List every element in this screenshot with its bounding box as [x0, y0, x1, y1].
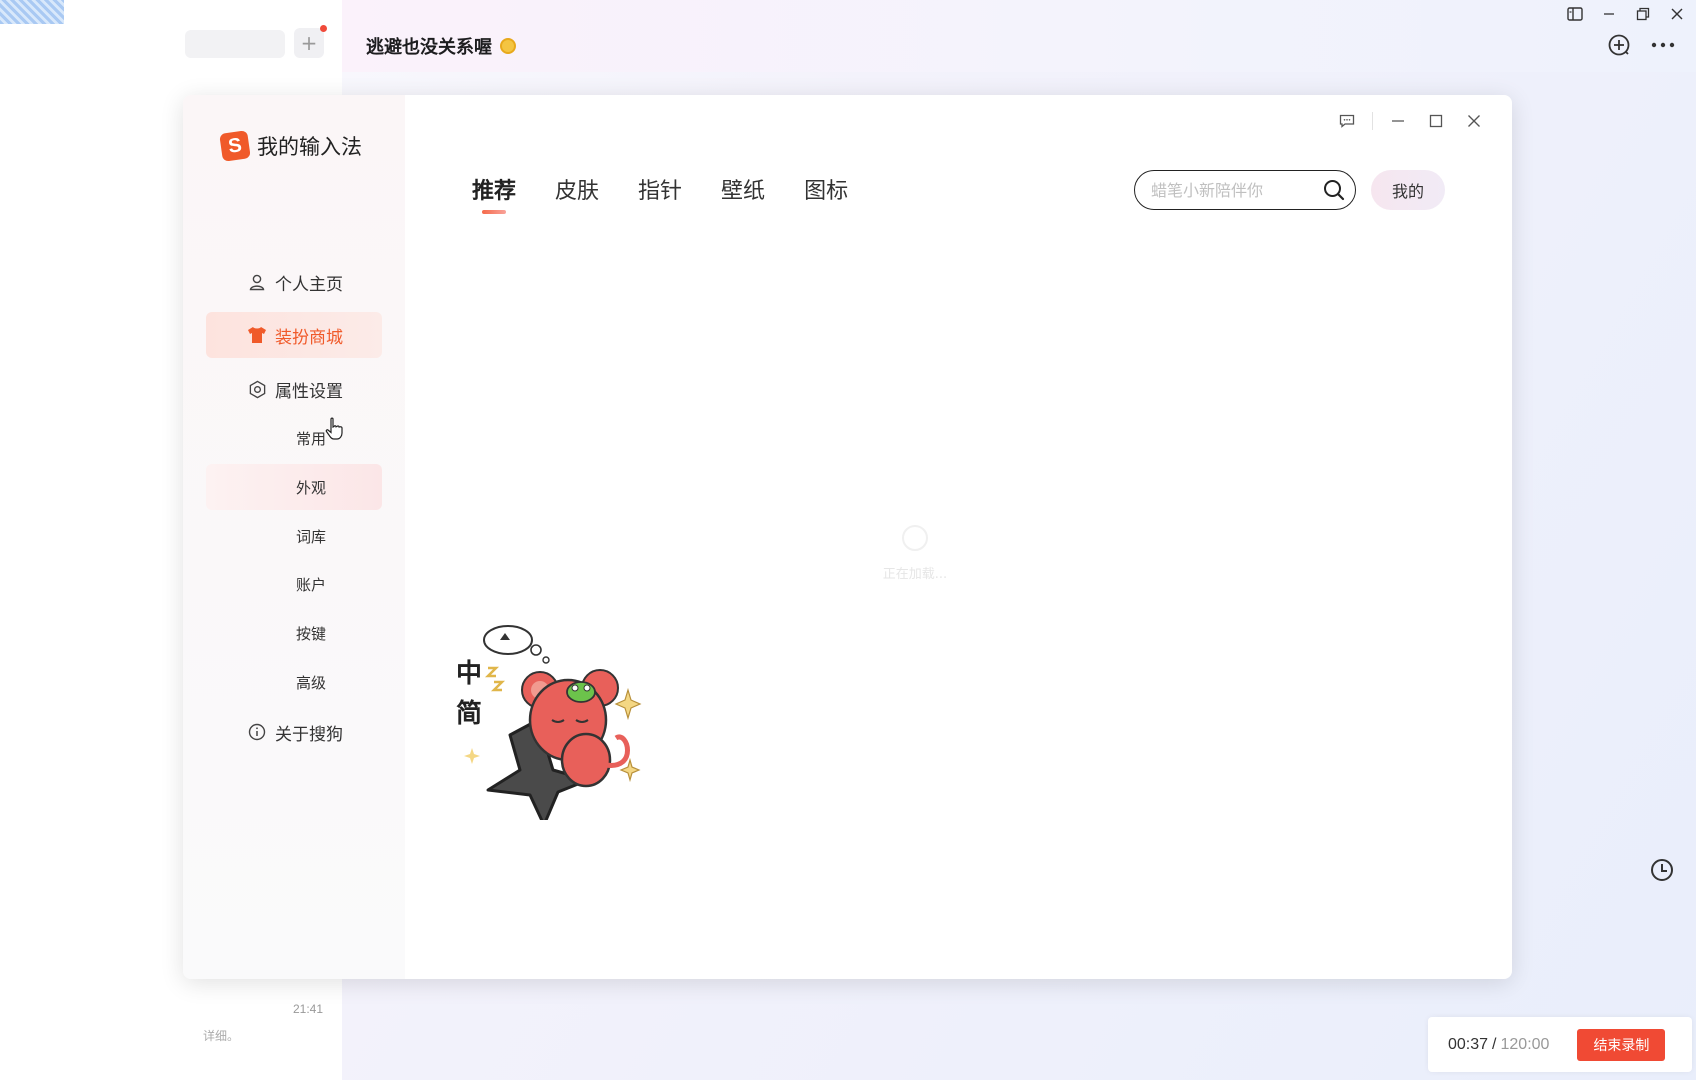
close-icon[interactable]: [1660, 4, 1694, 24]
search-icon[interactable]: [1323, 179, 1345, 201]
loading-text: 正在加载...: [882, 567, 948, 582]
nav-settings-label: 属性设置: [275, 381, 343, 402]
sidebar-toggle-icon[interactable]: [1558, 4, 1592, 24]
restore-icon[interactable]: [1626, 4, 1660, 24]
control-divider: [1372, 112, 1373, 130]
tab-cursors[interactable]: 指针: [638, 173, 682, 205]
mascot-char-zhong: 中: [456, 659, 482, 689]
add-circle-icon[interactable]: [1604, 30, 1634, 60]
recording-bar: 00:37 / 120:00 结束录制: [1428, 1017, 1692, 1072]
recording-elapsed: 00:37: [1448, 1035, 1489, 1053]
ime-brand: S 我的输入法: [219, 130, 362, 162]
sub-item-keys[interactable]: 按键: [206, 610, 382, 656]
tab-icons[interactable]: 图标: [804, 173, 848, 205]
minimize-icon[interactable]: [1592, 4, 1626, 24]
chat-title-text: 逃避也没关系喔: [366, 37, 492, 58]
info-icon: [247, 722, 267, 742]
sub-item-dictionary[interactable]: 词库: [206, 513, 382, 559]
mine-button[interactable]: 我的: [1371, 170, 1445, 210]
mascot-sticker: 中 简: [456, 625, 642, 820]
sogou-logo-icon: S: [219, 130, 251, 162]
nav-settings[interactable]: 属性设置: [206, 366, 382, 412]
ime-window-controls: [1328, 109, 1493, 133]
ime-close-icon[interactable]: [1455, 109, 1493, 133]
more-icon[interactable]: [1648, 30, 1678, 60]
ime-minimize-icon[interactable]: [1379, 109, 1417, 133]
plus-icon: +: [300, 31, 318, 55]
nav-profile-label: 个人主页: [275, 274, 343, 295]
store-search-input[interactable]: [1151, 180, 1311, 200]
loading-spinner-icon: [902, 525, 928, 551]
app-window-controls: [1558, 4, 1694, 24]
add-button[interactable]: +: [294, 25, 327, 58]
settings-gear-icon: [247, 379, 267, 399]
user-icon: [247, 272, 267, 292]
store-search-box: [1134, 170, 1356, 210]
stop-recording-button[interactable]: 结束录制: [1577, 1028, 1666, 1061]
tab-recommend[interactable]: 推荐: [472, 173, 516, 214]
message-time: 21:41: [293, 1002, 324, 1016]
ime-maximize-icon[interactable]: [1417, 109, 1455, 133]
feedback-icon[interactable]: [1328, 109, 1366, 133]
nav-store-label: 装扮商城: [275, 327, 343, 348]
ime-sidebar: S 我的输入法 个人主页 装扮商城 属性设置 常用 外观 词库 账户 按键 高级: [183, 95, 405, 979]
sub-item-advanced[interactable]: 高级: [206, 659, 382, 705]
nav-store[interactable]: 装扮商城: [206, 312, 382, 358]
recording-total: 120:00: [1500, 1035, 1550, 1053]
chat-search-input[interactable]: [185, 30, 285, 58]
tab-skins[interactable]: 皮肤: [555, 173, 599, 205]
chat-header: [342, 0, 1696, 72]
notification-dot: [320, 25, 327, 32]
sub-item-account[interactable]: 账户: [206, 561, 382, 607]
loading-indicator: 正在加载...: [855, 525, 975, 582]
brand-name: 我的输入法: [257, 135, 362, 159]
history-clock-icon[interactable]: [1651, 859, 1673, 881]
sub-item-appearance[interactable]: 外观: [206, 464, 382, 510]
nav-about[interactable]: 关于搜狗: [206, 709, 382, 755]
ime-settings-window: S 我的输入法 个人主页 装扮商城 属性设置 常用 外观 词库 账户 按键 高级: [183, 95, 1512, 979]
hand-pointer-icon: [325, 417, 343, 440]
nav-profile[interactable]: 个人主页: [206, 259, 382, 305]
avatar-thumbnail[interactable]: [0, 0, 64, 24]
smile-emoji-icon: [500, 38, 516, 54]
recording-separator: /: [1492, 1035, 1497, 1053]
nav-about-label: 关于搜狗: [275, 724, 343, 745]
chat-title: 逃避也没关系喔: [366, 33, 516, 59]
sub-item-general[interactable]: 常用: [206, 415, 382, 461]
shirt-icon: [247, 325, 267, 345]
store-tabs: 推荐 皮肤 指针 壁纸 图标: [472, 173, 887, 214]
message-preview: 详细。: [203, 1029, 240, 1043]
mascot-char-jian: 简: [456, 698, 482, 729]
tab-wallpapers[interactable]: 壁纸: [721, 173, 765, 205]
